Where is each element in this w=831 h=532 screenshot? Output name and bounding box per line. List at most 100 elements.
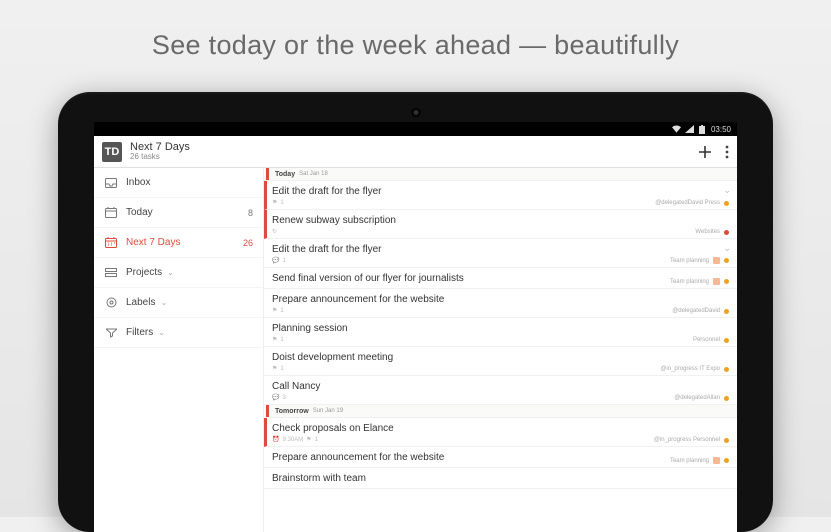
flag-icon: ⚑ (272, 307, 277, 314)
sidebar-item-label: Today (126, 207, 153, 218)
sidebar-item-label: Filters (126, 327, 153, 338)
task-title: Edit the draft for the flyer (272, 185, 729, 198)
task-project: Team planning (670, 257, 729, 264)
app-window: TD Next 7 Days 26 tasks Inbox Today (94, 136, 737, 532)
flag-icon: ⚑ (272, 336, 277, 343)
task-row[interactable]: Planning session⚑1 Personnel (264, 318, 737, 347)
chevron-down-icon[interactable]: ⌄ (723, 243, 731, 254)
project-color-dot (724, 367, 729, 372)
project-color-dot (724, 258, 729, 263)
task-title: Brainstorm with team (272, 472, 729, 485)
task-title: Prepare announcement for the website (272, 451, 729, 464)
task-list: Today Sat Jan 18 Edit the draft for the … (264, 168, 737, 532)
flag-icon: ⚑ (306, 436, 311, 443)
task-row[interactable]: Send final version of our flyer for jour… (264, 268, 737, 289)
task-project: @delegatedAllan (674, 395, 729, 401)
sidebar-item-filters[interactable]: Filters ⌄ (94, 318, 263, 348)
project-color-dot (724, 338, 729, 343)
calendar-today-icon (104, 207, 118, 218)
day-name: Today (275, 171, 295, 178)
task-title: Check proposals on Elance (272, 422, 729, 435)
assignee-avatar-icon (713, 257, 720, 264)
task-row[interactable]: Renew subway subscription↻ Websites (264, 210, 737, 239)
calendar-week-icon (104, 237, 118, 248)
project-color-dot (724, 279, 729, 284)
task-row[interactable]: Check proposals on Elance⏰9:30AM⚑1@in_pr… (264, 418, 737, 447)
app-logo-icon[interactable]: TD (102, 142, 122, 162)
task-project: @in_progress Personnel (654, 437, 729, 443)
camera-dot (411, 108, 420, 117)
sidebar-item-label: Projects (126, 267, 162, 278)
task-row[interactable]: Prepare announcement for the websiteTeam… (264, 447, 737, 468)
task-row[interactable]: Edit the draft for the flyer⚑1 @delegated… (264, 181, 737, 210)
task-title: Edit the draft for the flyer (272, 243, 729, 256)
task-project: @delegatedDavid Press (655, 200, 729, 206)
page-headline: See today or the week ahead — beautifull… (0, 0, 831, 83)
sidebar-item-projects[interactable]: Projects ⌄ (94, 258, 263, 288)
task-title: Prepare announcement for the website (272, 293, 729, 306)
android-status-bar: 03:50 (94, 122, 737, 136)
sidebar-item-badge: 8 (248, 208, 253, 218)
day-date: Sat Jan 18 (299, 171, 328, 177)
flag-icon: ⚑ (272, 199, 277, 206)
task-row[interactable]: Edit the draft for the flyer💬1 Team plann… (264, 239, 737, 268)
sidebar-item-badge: 26 (243, 238, 253, 248)
chevron-down-icon[interactable]: ⌄ (723, 185, 731, 196)
task-row[interactable]: Brainstorm with team (264, 468, 737, 489)
task-title: Renew subway subscription (272, 214, 729, 227)
sidebar-item-labels[interactable]: Labels ⌄ (94, 288, 263, 318)
chevron-down-icon: ⌄ (160, 298, 167, 307)
task-meta-text: 1 (280, 366, 283, 372)
task-project: @delegatedDavid (672, 308, 729, 314)
task-row[interactable]: Doist development meeting⚑1@in_progress … (264, 347, 737, 376)
tablet-frame: 03:50 TD Next 7 Days 26 tasks Inbox (58, 92, 773, 532)
task-meta-text: 1 (280, 200, 283, 206)
task-project: Team planning (670, 278, 729, 285)
task-meta-text: 1 (282, 258, 285, 264)
task-project: Team planning (670, 457, 729, 464)
titlebar: TD Next 7 Days 26 tasks (94, 136, 737, 168)
status-time: 03:50 (711, 125, 731, 134)
battery-icon (698, 125, 707, 133)
sidebar: Inbox Today 8 Next 7 Days 26 Projects ⌄ (94, 168, 264, 532)
sidebar-item-inbox[interactable]: Inbox (94, 168, 263, 198)
overflow-menu-button[interactable] (725, 145, 729, 159)
filter-icon (104, 328, 118, 338)
task-meta-text: 1 (280, 337, 283, 343)
inbox-icon (104, 178, 118, 188)
sidebar-item-label: Labels (126, 297, 155, 308)
day-date: Sun Jan 19 (313, 408, 343, 414)
sidebar-item-next-7-days[interactable]: Next 7 Days 26 (94, 228, 263, 258)
task-meta-text: 1 (280, 308, 283, 314)
comment-icon: 💬 (272, 257, 279, 264)
wifi-icon (672, 125, 681, 133)
day-header-tomorrow: Tomorrow Sun Jan 19 (264, 405, 737, 418)
task-count: 26 tasks (130, 153, 190, 162)
project-color-dot (724, 309, 729, 314)
repeat-icon: ↻ (272, 228, 277, 235)
sidebar-item-label: Inbox (126, 177, 150, 188)
task-title: Send final version of our flyer for jour… (272, 272, 729, 285)
chevron-down-icon: ⌄ (167, 268, 174, 277)
chevron-down-icon: ⌄ (158, 328, 165, 337)
label-icon (104, 297, 118, 308)
project-color-dot (724, 230, 729, 235)
task-project: @in_progress IT Expo (660, 366, 729, 372)
task-project: Websites (695, 229, 729, 235)
task-meta-text: 3 (282, 395, 285, 401)
day-name: Tomorrow (275, 408, 309, 415)
assignee-avatar-icon (713, 457, 720, 464)
task-title: Call Nancy (272, 380, 729, 393)
add-task-button[interactable] (697, 144, 713, 160)
task-title: Planning session (272, 322, 729, 335)
signal-icon (685, 125, 694, 133)
task-project: Personnel (693, 337, 729, 343)
projects-icon (104, 268, 118, 278)
project-color-dot (724, 438, 729, 443)
task-title: Doist development meeting (272, 351, 729, 364)
task-row[interactable]: Prepare announcement for the website⚑1 @d… (264, 289, 737, 318)
sidebar-item-today[interactable]: Today 8 (94, 198, 263, 228)
clock-icon: ⏰ (272, 436, 279, 443)
task-meta-text: 9:30AM (282, 437, 303, 443)
task-row[interactable]: Call Nancy💬3@delegatedAllan (264, 376, 737, 405)
